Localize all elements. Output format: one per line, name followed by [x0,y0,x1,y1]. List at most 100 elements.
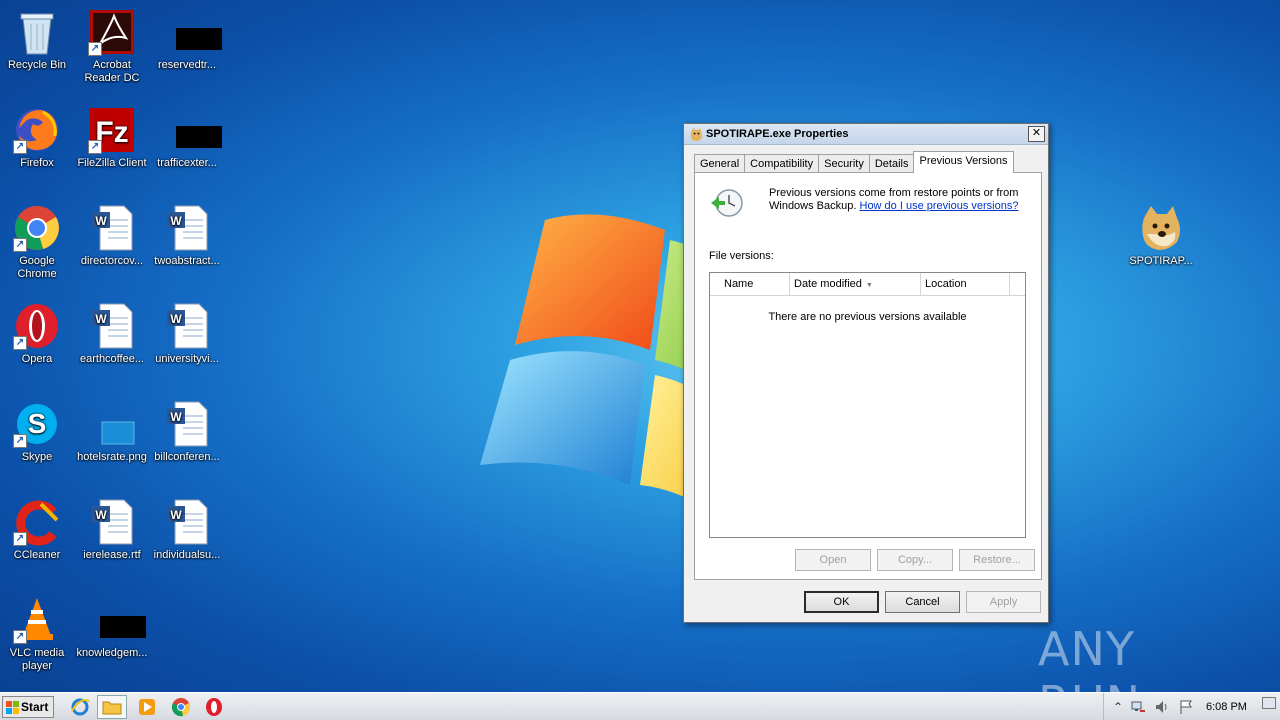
desktop-icon-label: reservedtr... [157,59,217,71]
desktop-icon-label: FileZilla Client [77,157,147,169]
open-button[interactable]: Open [795,549,871,571]
close-button[interactable]: ✕ [1028,126,1045,142]
shortcut-arrow-icon: ↗ [13,336,27,350]
previous-versions-description: Previous versions come from restore poin… [769,187,1029,213]
svg-text:W: W [170,508,182,522]
tab-general[interactable]: General [694,154,746,173]
desktop-icon-label: Skype [21,451,53,463]
svg-text:W: W [170,312,182,326]
ccleaner-icon: ↗ [13,498,61,546]
desktop-icon-opera[interactable]: ↗ Opera [0,302,74,366]
desktop-icon-earthcoffee[interactable]: W earthcoffee... [75,302,149,366]
folder-icon [102,701,122,715]
desktop-icon-billconferen[interactable]: W billconferen... [150,400,224,464]
desktop-icon-label: Google Chrome [17,255,57,280]
desktop-icon-vlc[interactable]: ↗ VLC media player [0,596,74,673]
apply-button[interactable]: Apply [966,591,1041,613]
file-icon [88,596,146,644]
taskbar-clock[interactable]: 6:08 PM [1206,701,1247,713]
network-icon[interactable] [1130,699,1146,715]
tab-strip: General Compatibility Security Details P… [694,151,1014,173]
chrome-icon[interactable] [171,697,191,717]
desktop-icon-hotelsrate[interactable]: hotelsrate.png [75,400,149,464]
shortcut-arrow-icon: ↗ [13,434,27,448]
desktop-icon-label: Recycle Bin [7,59,67,71]
shortcut-arrow-icon: ↗ [13,630,27,644]
desktop-icon-label: Opera [21,353,53,365]
internet-explorer-icon[interactable] [70,697,90,717]
desktop-icon-directorcov[interactable]: W directorcov... [75,204,149,268]
desktop-icon-individualsu[interactable]: W individualsu... [150,498,224,562]
desktop-icon-label: individualsu... [153,549,221,561]
svg-text:W: W [170,214,182,228]
file-icon [163,8,222,56]
ok-button[interactable]: OK [804,591,879,613]
windows-flag-icon [6,701,19,714]
word-doc-icon: W [88,302,136,350]
shortcut-arrow-icon: ↗ [13,238,27,252]
desktop-icon-knowledgem[interactable]: knowledgem... [75,596,149,660]
svg-text:W: W [95,312,107,326]
shortcut-arrow-icon: ↗ [13,532,27,546]
desktop-icon-twoabstract[interactable]: W twoabstract... [150,204,224,268]
word-doc-icon: W [163,204,211,252]
word-doc-icon: W [163,400,211,448]
word-doc-icon: W [88,498,136,546]
acrobat-icon: ↗ [88,8,136,56]
file-explorer-taskbar-button[interactable] [97,695,127,719]
action-center-flag-icon[interactable] [1178,699,1194,715]
file-versions-list[interactable]: Name Date modified ▼ Location There are n… [709,272,1026,538]
tab-details[interactable]: Details [868,154,915,173]
desktop-icon-trafficexter[interactable]: trafficexter... [150,106,224,170]
restore-clock-icon [711,189,743,217]
shortcut-arrow-icon: ↗ [13,140,27,154]
copy-button[interactable]: Copy... [877,549,953,571]
firefox-icon: ↗ [13,106,61,154]
desktop-icon-recycle-bin[interactable]: Recycle Bin [0,8,74,72]
desktop-icon-label: trafficexter... [157,157,217,169]
desktop-icon-filezilla[interactable]: Fz ↗ FileZilla Client [75,106,149,170]
column-header-location[interactable]: Location [921,273,1010,295]
svg-text:S: S [28,408,47,439]
desktop-icon-universityvi[interactable]: W universityvi... [150,302,224,366]
opera-icon[interactable] [204,697,224,717]
doge-icon [690,127,703,142]
desktop-icon-spotirape[interactable]: SPOTIRAP... [1124,204,1198,268]
start-button[interactable]: Start [2,696,54,718]
restore-button[interactable]: Restore... [959,549,1035,571]
skype-icon: S ↗ [13,400,61,448]
desktop-icon-skype[interactable]: S ↗ Skype [0,400,74,464]
show-desktop-button[interactable] [1262,697,1276,709]
desktop-icon-acrobat[interactable]: ↗ Acrobat Reader DC [75,8,149,85]
desktop-icon-firefox[interactable]: ↗ Firefox [0,106,74,170]
desktop-icon-label: universityvi... [155,353,219,365]
column-header-name[interactable]: Name [710,273,790,295]
column-header-date-modified[interactable]: Date modified ▼ [790,273,921,295]
image-file-icon [88,400,136,448]
show-hidden-icons-button[interactable]: ⌃ [1110,699,1126,715]
desktop-icon-ccleaner[interactable]: ↗ CCleaner [0,498,74,562]
cancel-button[interactable]: Cancel [885,591,960,613]
desktop-icon-label: directorcov... [80,255,144,267]
volume-icon[interactable] [1154,699,1170,715]
desktop-icon-reservedtr[interactable]: reservedtr... [150,8,224,72]
desktop-icon-google-chrome[interactable]: ↗ Google Chrome [0,204,74,281]
chrome-icon: ↗ [13,204,61,252]
filezilla-icon: Fz ↗ [88,106,136,154]
desktop-icon-label: Firefox [20,157,54,169]
opera-icon: ↗ [13,302,61,350]
media-player-icon[interactable] [137,697,157,717]
doge-icon [1137,204,1185,252]
shortcut-arrow-icon: ↗ [88,140,102,154]
tab-security[interactable]: Security [818,154,870,173]
close-icon: ✕ [1031,127,1042,139]
previous-versions-panel: Previous versions come from restore poin… [694,172,1042,580]
tab-compatibility[interactable]: Compatibility [744,154,820,173]
tab-previous-versions[interactable]: Previous Versions [913,151,1014,173]
taskbar: Start ⌃ 6:08 PM [0,692,1280,720]
help-link[interactable]: How do I use previous versions? [860,200,1019,212]
desktop-icon-label: hotelsrate.png [77,451,147,463]
desktop-icon-ierelease[interactable]: W ierelease.rtf [75,498,149,562]
dialog-titlebar[interactable]: SPOTIRAPE.exe Properties ✕ [684,124,1048,145]
desktop-icon-label: knowledgem... [76,647,148,659]
